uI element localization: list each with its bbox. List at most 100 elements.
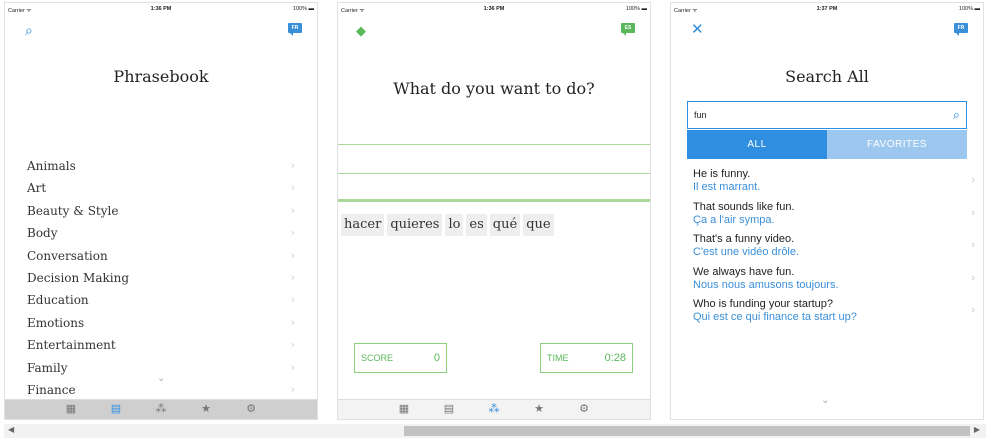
chevron-right-icon: › [290, 181, 295, 195]
horizontal-scrollbar[interactable]: ◀ ▶ [4, 424, 986, 438]
category-label: Beauty & Style [27, 203, 119, 218]
phrasebook-tab-icon[interactable]: ▤ [108, 402, 124, 416]
game-tab-icon[interactable]: ⁂ [153, 402, 169, 416]
clock: 1:36 PM [150, 6, 172, 12]
time-value: 0:28 [604, 352, 626, 364]
category-label: Finance [27, 382, 76, 397]
settings-tab-icon[interactable]: ⚙ [243, 402, 259, 416]
category-item[interactable]: Art › [5, 177, 317, 199]
flashcards-tab-icon[interactable]: ▦ [63, 402, 79, 416]
result-english: We always have fun. [693, 265, 795, 278]
chevron-right-icon: › [971, 304, 975, 317]
tab-bar: ▦ ▤ ⁂ ★ ⚙ [5, 399, 317, 419]
score-value: 0 [433, 352, 440, 364]
category-item[interactable]: Conversation › [5, 245, 317, 267]
result-translation: Nous nous amusons toujours. [693, 278, 839, 291]
favorites-tab-icon[interactable]: ★ [531, 402, 547, 416]
result-translation: Qui est ce qui finance ta start up? [693, 311, 857, 324]
answer-line [338, 144, 650, 145]
app-stage: Carrier ᯤ 1:36 PM 100% ▬ ⌕ FR Phrasebook… [0, 0, 991, 444]
chevron-right-icon: › [971, 271, 975, 284]
chevron-right-icon: › [290, 293, 295, 307]
language-badge[interactable]: FR [288, 23, 302, 36]
answer-line [338, 173, 650, 174]
chevron-right-icon: › [290, 360, 295, 374]
result-item[interactable]: We always have fun. Nous nous amusons to… [693, 266, 983, 299]
chevron-right-icon: › [290, 248, 295, 262]
word-tile[interactable]: que [523, 214, 554, 236]
language-badge[interactable]: FR [954, 23, 968, 36]
result-item[interactable]: That's a funny video. C'est une vidéo dr… [693, 233, 983, 266]
category-label: Family [27, 360, 68, 375]
category-item[interactable]: Education › [5, 289, 317, 311]
page-title: Phrasebook [113, 67, 209, 86]
chevron-right-icon: › [971, 239, 975, 252]
page-title: Search All [785, 67, 869, 86]
category-item[interactable]: Animals › [5, 155, 317, 177]
category-item[interactable]: Entertainment › [5, 334, 317, 356]
category-item[interactable]: Decision Making › [5, 267, 317, 289]
status-bar: Carrier ᯤ 1:36 PM 100% ▬ [338, 3, 650, 15]
result-item[interactable]: Who is funding your startup? Qui est ce … [693, 298, 983, 331]
chevron-right-icon: › [290, 382, 295, 396]
category-item[interactable]: Beauty & Style › [5, 200, 317, 222]
scroll-right-icon[interactable]: ▶ [974, 425, 980, 434]
search-icon[interactable]: ⌕ [953, 107, 960, 123]
segment-all[interactable]: ALL [687, 130, 827, 159]
word-tile[interactable]: hacer [341, 214, 385, 236]
word-tile[interactable]: es [466, 214, 487, 236]
scrollbar-thumb[interactable] [404, 426, 970, 436]
favorites-tab-icon[interactable]: ★ [198, 402, 214, 416]
game-screen: Carrier ᯤ 1:36 PM 100% ▬ ◆ ES What do yo… [337, 2, 651, 420]
search-input[interactable] [694, 107, 934, 123]
category-label: Body [27, 226, 58, 241]
category-list: Animals › Art › Beauty & Style › Body › Conv… [5, 155, 317, 401]
gem-icon[interactable]: ◆ [356, 23, 366, 39]
phrasebook-screen: Carrier ᯤ 1:36 PM 100% ▬ ⌕ FR Phrasebook… [4, 2, 318, 420]
search-box: ⌕ [687, 101, 967, 129]
category-label: Decision Making [27, 270, 130, 285]
status-bar: Carrier ᯤ 1:36 PM 100% ▬ [5, 3, 317, 15]
word-tile[interactable]: qué [489, 214, 521, 236]
filter-segments: ALL FAVORITES [687, 130, 967, 159]
close-icon[interactable]: ✕ [691, 20, 704, 38]
result-item[interactable]: He is funny. Il est marrant. › [693, 168, 983, 201]
game-tab-icon[interactable]: ⁂ [486, 402, 502, 416]
result-translation: Il est marrant. [693, 181, 761, 193]
category-label: Conversation [27, 248, 108, 263]
segment-favorites[interactable]: FAVORITES [827, 130, 967, 159]
settings-tab-icon[interactable]: ⚙ [576, 402, 592, 416]
word-tile[interactable]: lo [445, 214, 464, 236]
scroll-left-icon[interactable]: ◀ [8, 425, 14, 434]
result-translation: C'est une vidéo drôle. [693, 246, 800, 259]
flashcards-tab-icon[interactable]: ▦ [396, 402, 412, 416]
language-badge[interactable]: ES [621, 23, 635, 36]
chevron-down-icon[interactable]: ⌄ [821, 395, 829, 406]
status-bar: Carrier ᯤ 1:37 PM 100% ▬ [671, 3, 983, 15]
result-english: That sounds like fun. [693, 200, 795, 213]
search-results: He is funny. Il est marrant. › That soun… [693, 168, 983, 331]
category-item[interactable]: Body › [5, 222, 317, 244]
tab-bar: ▦ ▤ ⁂ ★ ⚙ [338, 399, 650, 419]
category-label: Animals [27, 159, 76, 173]
chevron-right-icon: › [290, 159, 295, 172]
time-box: TIME 0:28 [540, 343, 633, 373]
result-item[interactable]: That sounds like fun. Ça a l'air sympa. … [693, 201, 983, 234]
time-label: TIME [547, 353, 569, 363]
word-tiles: hacer quieres lo es qué que [341, 214, 554, 236]
search-icon[interactable]: ⌕ [25, 23, 33, 37]
chevron-right-icon: › [290, 338, 295, 352]
category-item[interactable]: Emotions › [5, 312, 317, 334]
chevron-right-icon: › [290, 270, 295, 284]
category-label: Art [27, 181, 47, 196]
search-screen: Carrier ᯤ 1:37 PM 100% ▬ ✕ FR Search All… [670, 2, 984, 420]
phrasebook-tab-icon[interactable]: ▤ [441, 402, 457, 416]
result-english: Who is funding your startup? [693, 298, 834, 311]
clock: 1:36 PM [483, 6, 505, 12]
answer-divider [338, 199, 650, 202]
chevron-right-icon: › [290, 315, 295, 329]
chevron-down-icon[interactable]: ⌄ [157, 373, 165, 384]
word-tile[interactable]: quieres [387, 214, 443, 236]
result-english: He is funny. [693, 168, 751, 180]
chevron-right-icon: › [971, 206, 975, 219]
